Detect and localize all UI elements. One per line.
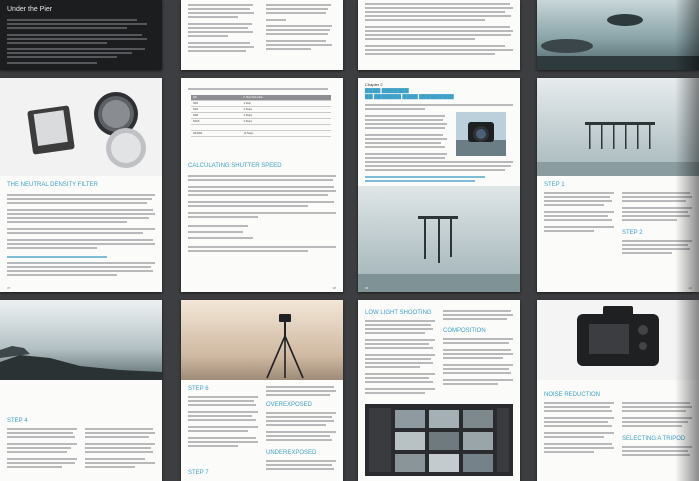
step-heading: STEP 6 [188, 386, 209, 392]
page-noise-reduction[interactable]: NOISE REDUCTION SELECTING A TRIPOD [537, 300, 699, 481]
pier-photo [358, 186, 520, 292]
page-number: 37 [7, 286, 11, 290]
section-heading-overexposed: OVEREXPOSED [266, 402, 313, 408]
page-calculating-shutter-speed[interactable]: ND F Stop Reduction ND2 1 Stop ND4 2 Stops … [181, 78, 343, 292]
section-heading-noise: NOISE REDUCTION [544, 392, 601, 398]
coast-photo [0, 300, 162, 380]
nd-stops-table: ND F Stop Reduction ND2 1 Stop ND4 2 Stops … [191, 95, 331, 137]
camera-photo [456, 112, 506, 156]
page-tripod-text[interactable] [181, 0, 343, 70]
nd-filters-photo [0, 78, 162, 176]
section-heading-composition: COMPOSITION [443, 328, 486, 334]
page-step-4[interactable]: STEP 4 [0, 300, 162, 481]
page-rocks-photo[interactable] [537, 0, 699, 70]
page-step-6[interactable]: STEP 6 STEP 7 OVEREXPOSED UNDEREXPOSED [181, 300, 343, 481]
section-heading: CALCULATING SHUTTER SPEED [188, 163, 282, 169]
page-number: 38 [332, 286, 336, 290]
chapter-label: Chapter 2 [365, 82, 383, 87]
page-chapter-2[interactable]: Chapter 2 ▇▇▇▇ ▇▇▇▇▇▇▇ ▇▇ ▇▇▇▇▇▇▇ ▇▇▇▇ ▇… [358, 78, 520, 292]
step-heading-2: STEP 2 [622, 230, 643, 236]
page-step-1[interactable]: STEP 1 STEP 2 40 [537, 78, 699, 292]
chapter-title-line-2: ▇▇ ▇▇▇▇▇▇▇ ▇▇▇▇ ▇▇▇▇▇▇▇▇▇ [365, 94, 454, 100]
page-under-the-pier[interactable]: Under the Pier [0, 0, 162, 70]
section-heading-low-light: LOW LIGHT SHOOTING [365, 310, 432, 316]
screenshot-grid-photo [365, 404, 513, 476]
section-heading: THE NEUTRAL DENSITY FILTER [7, 182, 98, 188]
step-heading: STEP 1 [544, 182, 565, 188]
step-heading-2: STEP 7 [188, 470, 209, 476]
tripod-photo [181, 300, 343, 380]
page-number: 39 [365, 286, 369, 290]
page-nd-text[interactable] [358, 0, 520, 70]
page-low-light-shooting[interactable]: LOW LIGHT SHOOTING COMPOSITION [358, 300, 520, 481]
section-heading-underexposed: UNDEREXPOSED [266, 450, 317, 456]
page-neutral-density-filter[interactable]: THE NEUTRAL DENSITY FILTER 37 [0, 78, 162, 292]
page-title: Under the Pier [7, 6, 53, 13]
step-heading: STEP 4 [7, 418, 28, 424]
